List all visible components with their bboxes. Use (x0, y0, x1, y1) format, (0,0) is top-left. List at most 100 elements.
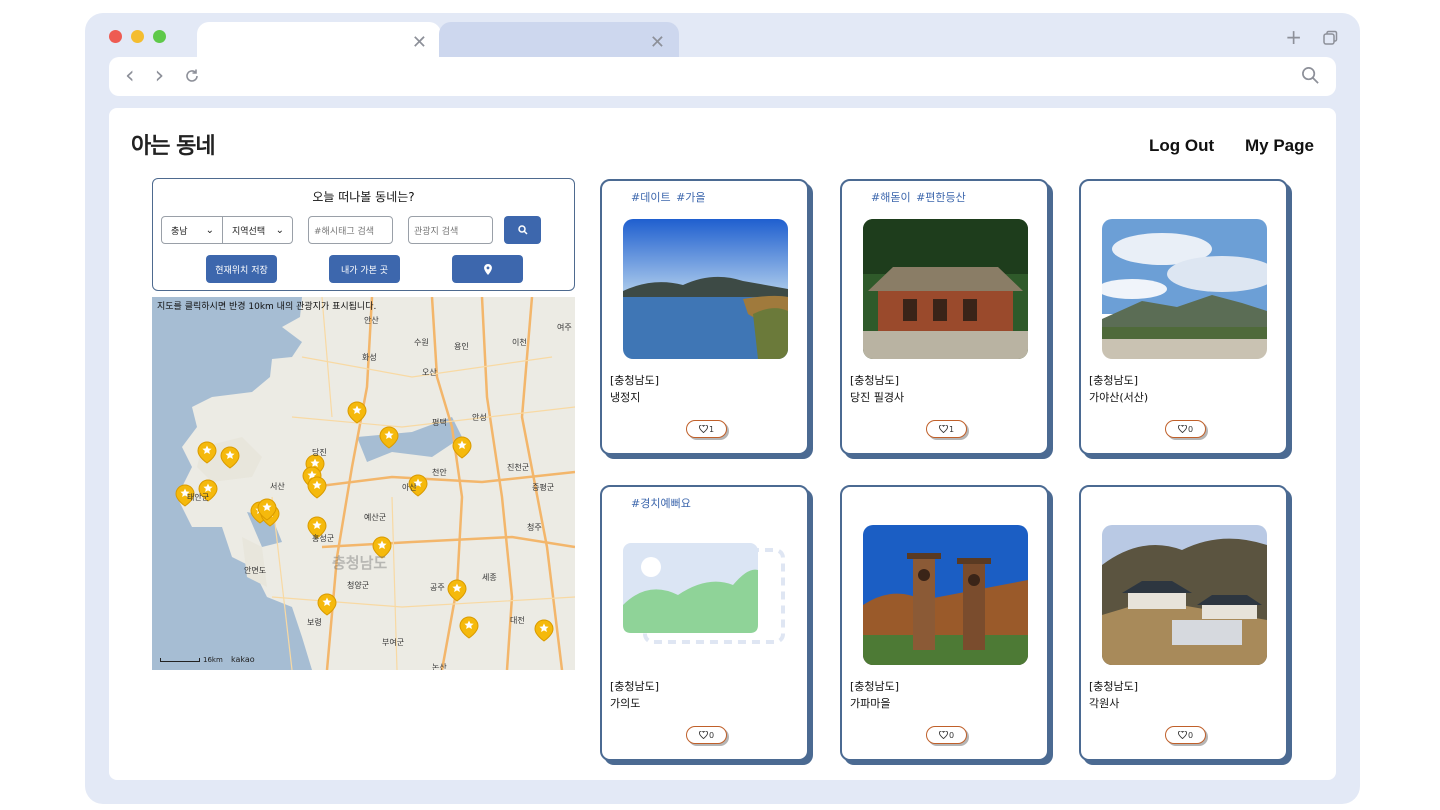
scale-bar (160, 658, 200, 662)
location-pin-icon (483, 263, 492, 275)
maximize-window-dot[interactable] (153, 30, 166, 43)
heart-icon (939, 425, 948, 433)
card-image[interactable] (623, 219, 788, 359)
map-place-label: 증평군 (532, 483, 555, 492)
map-place-label: 청주 (527, 523, 542, 532)
like-count: 1 (948, 424, 955, 434)
card-place-name: 각원사 (1089, 697, 1120, 710)
card-region: [충청남도] (850, 680, 900, 693)
close-window-dot[interactable] (109, 30, 122, 43)
my-location-button[interactable] (452, 255, 523, 283)
like-button[interactable]: 0 (926, 726, 967, 744)
new-tab-icon[interactable]: + (1285, 25, 1302, 49)
visited-places-button[interactable]: 내가 가본 곳 (329, 255, 400, 283)
heart-icon (1178, 731, 1187, 739)
card-image[interactable] (863, 525, 1028, 665)
hashtag-search-input[interactable]: #해시태그 검색 (308, 216, 393, 244)
card-image[interactable] (1102, 219, 1267, 359)
back-icon[interactable]: ‹ (125, 63, 135, 87)
map-place-label: 용인 (454, 342, 469, 351)
card-image[interactable] (623, 525, 788, 665)
search-button[interactable] (504, 216, 541, 244)
map-place-label: 당진 (312, 448, 327, 457)
like-button[interactable]: 1 (686, 420, 727, 438)
card-place-name: 가야산(서산) (1089, 391, 1149, 404)
like-button[interactable]: 0 (1165, 420, 1206, 438)
map-place-label: 오산 (422, 368, 437, 377)
map-place-label: 아산 (402, 483, 417, 492)
map-place-label: 서산 (270, 482, 285, 491)
close-icon[interactable]: ✕ (650, 32, 665, 53)
reload-icon[interactable] (184, 68, 200, 84)
card-image[interactable] (863, 219, 1028, 359)
map-place-label: 진천군 (507, 463, 530, 472)
place-card[interactable]: #경치예뻐요 [충청남도] 가의도 0 (600, 485, 809, 761)
place-card[interactable]: [충청남도] 가파마을 0 (840, 485, 1049, 761)
logo-text: 아는 동네 (131, 133, 216, 159)
like-button[interactable]: 1 (926, 420, 967, 438)
card-place-name: 당진 필경사 (850, 391, 905, 404)
mypage-link[interactable]: My Page (1245, 136, 1314, 156)
chevron-down-icon: ⌄ (275, 224, 284, 236)
web-page: 아는 동네 Log Out My Page 오늘 떠나볼 동네는? 충남 ⌄ 지역… (109, 108, 1336, 780)
map-place-label: 세종 (482, 573, 497, 582)
card-region: [충청남도] (1089, 680, 1139, 693)
card-region: [충청남도] (610, 374, 660, 387)
map-place-label: 대전 (510, 616, 525, 625)
search-icon[interactable] (1301, 66, 1320, 85)
map-provider: kakao (231, 655, 255, 664)
map-scale: 16km kakao (160, 655, 255, 664)
map-place-label: 화성 (362, 353, 377, 362)
heart-icon (939, 731, 948, 739)
forward-icon[interactable]: › (155, 63, 165, 87)
address-bar[interactable]: ‹ › (109, 57, 1336, 96)
search-panel: 오늘 떠나볼 동네는? 충남 ⌄ 지역선택 ⌄ #해시태그 검색 관광지 검색 현재… (152, 178, 575, 291)
card-image[interactable] (1102, 525, 1267, 665)
map-place-label: 안성 (472, 413, 487, 422)
like-button[interactable]: 0 (1165, 726, 1206, 744)
map-place-label: 공주 (430, 583, 445, 592)
search-title: 오늘 떠나볼 동네는? (312, 190, 415, 204)
place-card[interactable]: #해돋이 #편한등산 [충청남도] 당진 필경사 1 (840, 179, 1049, 455)
minimize-window-dot[interactable] (131, 30, 144, 43)
region-select-value: 지역선택 (232, 226, 266, 237)
card-place-name: 가파마을 (850, 697, 891, 710)
scale-label: 16km (203, 656, 223, 664)
region-select[interactable]: 지역선택 ⌄ (222, 216, 293, 244)
restore-window-icon[interactable] (1322, 30, 1338, 46)
map-place-label: 안면도 (244, 566, 267, 575)
browser-window: ✕ ✕ + ‹ › 아는 동네 Log Out My Page 오늘 떠나볼 동… (85, 13, 1360, 804)
map-place-label: 보령 (307, 618, 322, 627)
place-card[interactable]: [충청남도] 각원사 0 (1079, 485, 1288, 761)
window-controls (109, 30, 166, 43)
card-hashtags: #데이트 #가을 (631, 191, 706, 204)
place-card[interactable]: #데이트 #가을 [충청남도] 냉정지 1 (600, 179, 809, 455)
like-count: 0 (708, 730, 715, 740)
map-place-label: 논산 (432, 663, 447, 670)
like-count: 0 (948, 730, 955, 740)
place-search-input[interactable]: 관광지 검색 (408, 216, 493, 244)
heart-icon (699, 425, 708, 433)
place-card[interactable]: [충청남도] 가야산(서산) 0 (1079, 179, 1288, 455)
province-select[interactable]: 충남 ⌄ (161, 216, 223, 244)
card-region: [충청남도] (1089, 374, 1139, 387)
map-place-label: 평택 (432, 418, 447, 427)
map-place-label: 홍성군 (312, 534, 335, 543)
card-place-name: 가의도 (610, 697, 641, 710)
search-icon (517, 225, 528, 235)
site-logo[interactable]: 아는 동네 (131, 128, 216, 160)
map-place-label: 부여군 (382, 638, 405, 647)
map-view[interactable]: 지도를 클릭하시면 반경 10km 내의 관광지가 표시됩니다. 안산 화성 수원 용… (152, 297, 575, 670)
map-place-label: 수원 (414, 338, 429, 347)
map-place-label: 예산군 (364, 513, 387, 522)
like-count: 0 (1187, 424, 1194, 434)
card-region: [충청남도] (850, 374, 900, 387)
save-location-button[interactable]: 현재위치 저장 (206, 255, 277, 283)
card-place-name: 냉정지 (610, 391, 641, 404)
close-icon[interactable]: ✕ (412, 32, 427, 53)
map-place-label: 여주 (557, 323, 572, 332)
map-place-label: 천안 (432, 468, 447, 477)
map-place-label: 안산 (364, 316, 379, 325)
logout-link[interactable]: Log Out (1149, 136, 1214, 156)
like-button[interactable]: 0 (686, 726, 727, 744)
